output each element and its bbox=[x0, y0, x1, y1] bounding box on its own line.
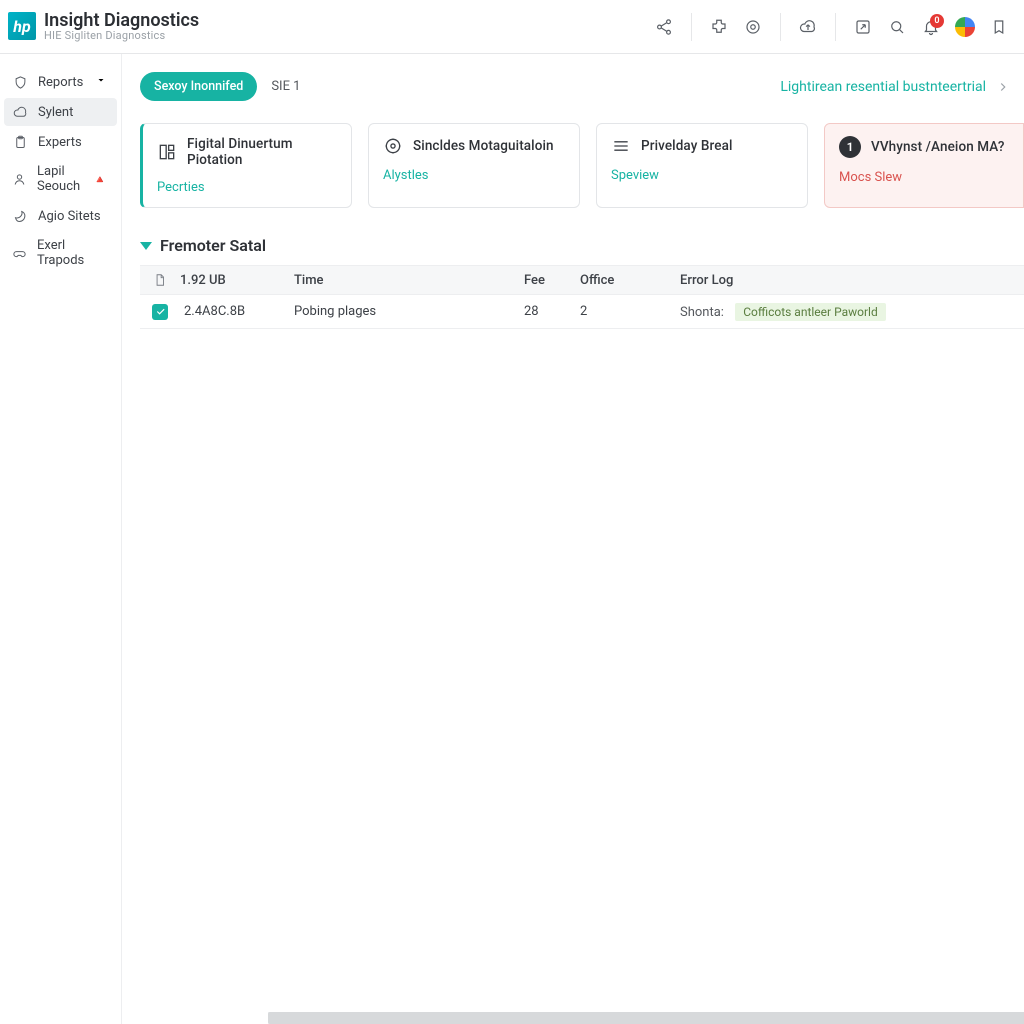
status-chip: Cofficots antleer Paworld bbox=[735, 303, 886, 321]
bird-icon bbox=[12, 208, 28, 224]
menu-lines-icon bbox=[611, 136, 631, 156]
col-fee[interactable]: Fee bbox=[520, 273, 576, 288]
sidebar-item-reports[interactable]: Reports bbox=[4, 68, 117, 96]
card-title: Sincldes Motaguitaloin bbox=[413, 138, 554, 154]
col-time[interactable]: Time bbox=[290, 273, 520, 288]
card-link[interactable]: Pecrties bbox=[157, 180, 337, 195]
card-figital[interactable]: Figital Dinuertum Piotation Pecrties bbox=[140, 123, 352, 208]
col-office[interactable]: Office bbox=[576, 273, 676, 288]
cloud-icon bbox=[12, 104, 28, 120]
sidebar-item-label: Sylent bbox=[38, 105, 73, 120]
light-link[interactable]: Lightirean resential bustnteertrial bbox=[780, 79, 1010, 95]
sidebar-item-label: Agio Sitets bbox=[38, 209, 101, 224]
sidebar-item-label: Exerl Trapods bbox=[37, 238, 107, 268]
horizontal-scrollbar[interactable] bbox=[268, 1012, 1024, 1024]
sidebar: Reports Sylent Experts Lapil Seouch 🔺 bbox=[0, 54, 122, 1024]
notifications-icon[interactable]: 0 bbox=[914, 10, 948, 44]
card-privelday[interactable]: Privelday Breal Speview bbox=[596, 123, 808, 208]
cloud-upload-icon[interactable] bbox=[791, 10, 825, 44]
chevron-down-icon bbox=[95, 74, 107, 90]
app-subtitle: HIE Sigliten Diagnostics bbox=[44, 30, 199, 42]
header-toolbar: 0 bbox=[647, 10, 1016, 44]
gear-circle-icon bbox=[383, 136, 403, 156]
main-area: Sexoy Inonnifed SIE 1 Lightirean resenti… bbox=[122, 54, 1024, 1024]
app-title: Insight Diagnostics bbox=[44, 11, 199, 31]
card-title: Privelday Breal bbox=[641, 138, 733, 154]
user-icon bbox=[12, 171, 27, 187]
sidebar-item-label: Reports bbox=[38, 75, 83, 90]
section-title: Fremoter Satal bbox=[160, 236, 266, 255]
clipboard-icon bbox=[12, 134, 28, 150]
chevron-right-icon bbox=[996, 80, 1010, 94]
notification-badge: 0 bbox=[930, 14, 944, 28]
disclosure-triangle-icon bbox=[140, 242, 152, 250]
card-title: Figital Dinuertum Piotation bbox=[187, 136, 337, 168]
extension-icon[interactable] bbox=[702, 10, 736, 44]
card-link[interactable]: Mocs Slew bbox=[839, 170, 1009, 185]
search-icon[interactable] bbox=[880, 10, 914, 44]
bookmark-icon[interactable] bbox=[982, 10, 1016, 44]
alert-count-badge: 1 bbox=[839, 136, 861, 158]
beta-badge-icon: 🔺 bbox=[93, 173, 107, 186]
cell-error: Shonta: Cofficots antleer Paworld bbox=[676, 303, 1024, 321]
card-link[interactable]: Alystles bbox=[383, 168, 565, 183]
dashboard-icon bbox=[157, 142, 177, 162]
light-link-label: Lightirean resential bustnteertrial bbox=[780, 79, 986, 95]
col-size[interactable]: 1.92 UB bbox=[180, 273, 290, 288]
shield-icon bbox=[12, 74, 28, 90]
card-title: VVhynst /Aneion MA? bbox=[871, 139, 1005, 155]
primary-action-pill[interactable]: Sexoy Inonnifed bbox=[140, 72, 257, 101]
sidebar-item-label: Lapil Seouch bbox=[37, 164, 81, 194]
sidebar-item-agio-sitets[interactable]: Agio Sitets bbox=[4, 202, 117, 230]
document-icon bbox=[153, 273, 167, 287]
cell-office: 2 bbox=[576, 304, 676, 319]
table-row[interactable]: 2.4A8C.8B Pobing plages 28 2 Shonta: Cof… bbox=[140, 294, 1024, 328]
hp-logo-icon: hp bbox=[8, 12, 36, 40]
sidebar-item-lapil-seouch[interactable]: Lapil Seouch 🔺 bbox=[4, 158, 117, 200]
card-row: Figital Dinuertum Piotation Pecrties Sin… bbox=[140, 123, 1024, 208]
brand: hp Insight Diagnostics HIE Sigliten Diag… bbox=[8, 11, 199, 43]
open-external-icon[interactable] bbox=[846, 10, 880, 44]
sidebar-item-exerl-trapods[interactable]: Exerl Trapods bbox=[4, 232, 117, 274]
avatar[interactable] bbox=[948, 10, 982, 44]
sidebar-item-label: Experts bbox=[38, 135, 82, 150]
card-link[interactable]: Speview bbox=[611, 168, 793, 183]
cell-fee: 28 bbox=[520, 304, 576, 319]
row-checkbox[interactable] bbox=[152, 304, 168, 320]
error-lead: Shonta: bbox=[680, 305, 724, 320]
card-sincldes[interactable]: Sincldes Motaguitaloin Alystles bbox=[368, 123, 580, 208]
sidebar-item-experts[interactable]: Experts bbox=[4, 128, 117, 156]
sidebar-item-sylent[interactable]: Sylent bbox=[4, 98, 117, 126]
section-header[interactable]: Fremoter Satal bbox=[140, 236, 1024, 255]
card-vvhynst[interactable]: 1 VVhynst /Aneion MA? Mocs Slew bbox=[824, 123, 1024, 208]
app-header: hp Insight Diagnostics HIE Sigliten Diag… bbox=[0, 0, 1024, 54]
table-header: 1.92 UB Time Fee Office Error Log bbox=[140, 266, 1024, 294]
cell-size: 2.4A8C.8B bbox=[180, 304, 290, 319]
sie-label: SIE 1 bbox=[271, 79, 300, 94]
scrollbar-thumb[interactable] bbox=[268, 1012, 1024, 1024]
share-icon[interactable] bbox=[647, 10, 681, 44]
target-icon[interactable] bbox=[736, 10, 770, 44]
data-table: 1.92 UB Time Fee Office Error Log 2.4A8C… bbox=[140, 265, 1024, 329]
controller-icon bbox=[12, 245, 27, 261]
col-error[interactable]: Error Log bbox=[676, 273, 1024, 288]
cell-time: Pobing plages bbox=[290, 304, 520, 319]
